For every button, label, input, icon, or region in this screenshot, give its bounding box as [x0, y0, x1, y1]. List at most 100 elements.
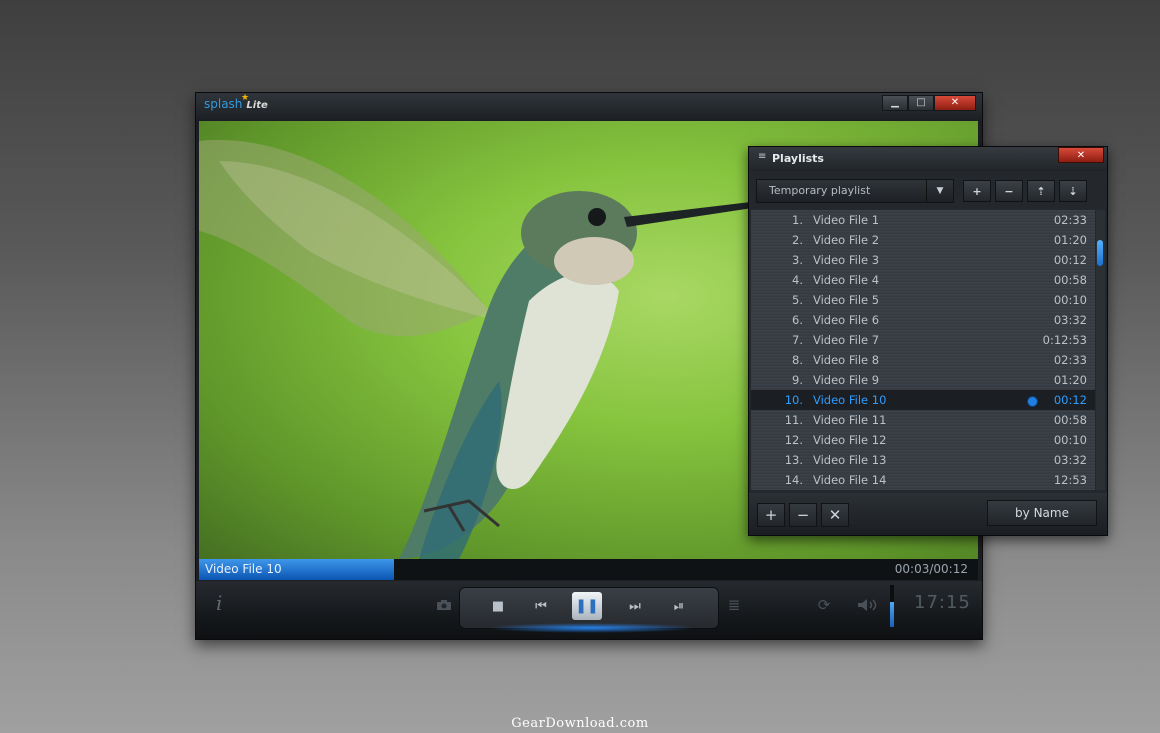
- volume-icon[interactable]: [856, 594, 880, 616]
- item-number: 2.: [792, 233, 803, 247]
- item-number: 14.: [784, 473, 803, 487]
- sort-button[interactable]: by Name: [987, 500, 1097, 526]
- item-name: Video File 2: [813, 233, 880, 247]
- item-duration: 00:58: [1053, 273, 1087, 287]
- control-bar: i ■ ⏮ ❚❚ ⏭ ⏯ ≣ ⟳ 17:15: [196, 581, 982, 639]
- camera-icon[interactable]: [432, 594, 456, 616]
- pause-button[interactable]: ❚❚: [572, 592, 602, 620]
- playlist-select[interactable]: Temporary playlist ▼: [756, 179, 954, 203]
- item-number: 11.: [784, 413, 803, 427]
- item-duration: 01:20: [1053, 373, 1087, 387]
- playlist-toggle-icon[interactable]: ≣: [722, 594, 746, 616]
- delete-playlist-button[interactable]: −: [995, 180, 1023, 202]
- frame-step-button[interactable]: ⏯: [665, 593, 693, 619]
- list-item[interactable]: 14. Video File 14 12:53: [751, 470, 1095, 490]
- player-titlebar[interactable]: splash ★ Lite ▁ □ ✕: [196, 93, 982, 119]
- item-name: Video File 10: [813, 393, 887, 407]
- item-name: Video File 8: [813, 353, 880, 367]
- item-number: 1.: [792, 213, 803, 227]
- playlist-scrollbar[interactable]: [1096, 210, 1105, 490]
- logo-star-icon: ★: [241, 93, 250, 103]
- item-duration: 00:58: [1053, 413, 1087, 427]
- logo-edition: Lite: [246, 100, 268, 111]
- volume-level-fill: [890, 601, 894, 627]
- glow-decoration: [486, 623, 696, 633]
- playlist-items: 1. Video File 1 02:33 2. Video File 2 01:20 3.…: [751, 210, 1095, 490]
- maximize-button[interactable]: □: [908, 95, 934, 111]
- list-item[interactable]: 8. Video File 8 02:33: [751, 350, 1095, 370]
- list-item[interactable]: 10. Video File 10 00:12: [751, 390, 1095, 410]
- item-duration: 02:33: [1053, 213, 1087, 227]
- item-name: Video File 3: [813, 253, 880, 267]
- window-controls: ▁ □ ✕: [882, 95, 976, 111]
- playlist-title: Playlists: [772, 152, 824, 165]
- item-number: 4.: [792, 273, 803, 287]
- clock: 17:15: [914, 592, 971, 613]
- item-name: Video File 7: [813, 333, 880, 347]
- playlist-titlebar[interactable]: ≡ Playlists ✕: [749, 147, 1107, 171]
- list-item[interactable]: 7. Video File 7 0:12:53: [751, 330, 1095, 350]
- stop-button[interactable]: ■: [484, 593, 512, 619]
- item-number: 6.: [792, 313, 803, 327]
- list-item[interactable]: 2. Video File 2 01:20: [751, 230, 1095, 250]
- item-number: 8.: [792, 353, 803, 367]
- minimize-button[interactable]: ▁: [882, 95, 908, 111]
- item-number: 9.: [792, 373, 803, 387]
- item-name: Video File 1: [813, 213, 880, 227]
- list-item[interactable]: 6. Video File 6 03:32: [751, 310, 1095, 330]
- item-name: Video File 6: [813, 313, 880, 327]
- playlist-footer: + − ✕ by Name: [749, 493, 1107, 535]
- chevron-down-icon[interactable]: ▼: [926, 180, 953, 202]
- item-name: Video File 4: [813, 273, 880, 287]
- list-item[interactable]: 5. Video File 5 00:10: [751, 290, 1095, 310]
- now-playing-title: Video File 10: [205, 562, 282, 576]
- item-name: Video File 13: [813, 453, 887, 467]
- list-item[interactable]: 11. Video File 11 00:58: [751, 410, 1095, 430]
- next-button[interactable]: ⏭: [621, 593, 649, 619]
- playlist-close-button[interactable]: ✕: [1058, 147, 1104, 163]
- playlist-window: ≡ Playlists ✕ Temporary playlist ▼ + − ⇡…: [748, 146, 1108, 536]
- item-duration: 00:10: [1053, 433, 1087, 447]
- playlist-select-value: Temporary playlist: [769, 184, 871, 197]
- item-duration: 0:12:53: [1042, 333, 1087, 347]
- item-number: 12.: [784, 433, 803, 447]
- scrollbar-thumb[interactable]: [1097, 240, 1103, 266]
- item-duration: 00:12: [1053, 253, 1087, 267]
- list-item[interactable]: 13. Video File 13 03:32: [751, 450, 1095, 470]
- item-duration: 00:12: [1053, 393, 1087, 407]
- clear-playlist-button[interactable]: ✕: [821, 503, 849, 527]
- logo-text: splash: [204, 97, 243, 111]
- add-file-button[interactable]: +: [757, 503, 785, 527]
- list-item[interactable]: 1. Video File 1 02:33: [751, 210, 1095, 230]
- repeat-icon[interactable]: ⟳: [812, 594, 836, 616]
- item-name: Video File 9: [813, 373, 880, 387]
- item-name: Video File 12: [813, 433, 887, 447]
- watermark: GearDownload.com: [511, 716, 649, 731]
- item-number: 7.: [792, 333, 803, 347]
- list-item[interactable]: 4. Video File 4 00:58: [751, 270, 1095, 290]
- item-name: Video File 14: [813, 473, 887, 487]
- list-item[interactable]: 3. Video File 3 00:12: [751, 250, 1095, 270]
- app-logo: splash ★ Lite: [204, 93, 268, 111]
- import-playlist-button[interactable]: ⇡: [1027, 180, 1055, 202]
- close-button[interactable]: ✕: [934, 95, 976, 111]
- item-duration: 03:32: [1053, 313, 1087, 327]
- item-number: 13.: [784, 453, 803, 467]
- item-duration: 12:53: [1053, 473, 1087, 487]
- item-duration: 03:32: [1053, 453, 1087, 467]
- item-duration: 00:10: [1053, 293, 1087, 307]
- new-playlist-button[interactable]: +: [963, 180, 991, 202]
- export-playlist-button[interactable]: ⇣: [1059, 180, 1087, 202]
- previous-button[interactable]: ⏮: [527, 593, 555, 619]
- list-item[interactable]: 12. Video File 12 00:10: [751, 430, 1095, 450]
- status-bar: Video File 10 00:03/00:12: [199, 559, 978, 580]
- time-readout: 00:03/00:12: [894, 562, 968, 576]
- item-name: Video File 5: [813, 293, 880, 307]
- remove-file-button[interactable]: −: [789, 503, 817, 527]
- info-icon[interactable]: i: [216, 591, 222, 615]
- playlist-list-icon: ≡: [758, 151, 767, 162]
- now-playing-icon: [1027, 396, 1038, 407]
- item-number: 5.: [792, 293, 803, 307]
- list-item[interactable]: 9. Video File 9 01:20: [751, 370, 1095, 390]
- item-number: 3.: [792, 253, 803, 267]
